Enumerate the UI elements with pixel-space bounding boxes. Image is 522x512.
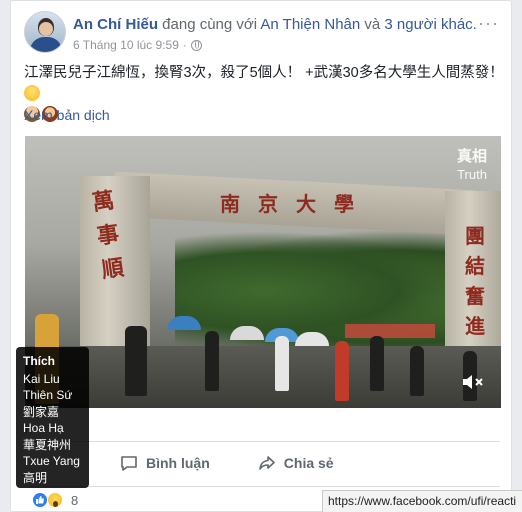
comment-button[interactable]: Bình luận [120,454,210,472]
gate-top-inscription: 南京大學 [220,192,372,216]
and-text: và [364,16,381,33]
author-name[interactable]: An Chí Hiếu [73,16,158,33]
post-timestamp[interactable]: 6 Tháng 10 lúc 9:59 [73,38,179,52]
with-text: đang cùng với [162,16,258,33]
person [275,336,289,391]
truth-watermark: 真相 Truth [456,148,487,182]
share-button[interactable]: Chia sẻ [258,454,334,472]
wow-reaction-icon [47,492,63,508]
tooltip-name: Txue Yang [23,454,80,468]
tooltip-name: Kai Liu [23,371,60,386]
share-icon [258,455,275,470]
author-avatar[interactable] [24,11,66,53]
tooltip-name: 劉家嘉 [23,404,60,419]
post-meta: 6 Tháng 10 lúc 9:59 · [73,38,202,52]
reactions-tooltip: Thích Kai Liu Thiên Sứ 劉家嘉 Hoa Hạ 華夏神州 T… [16,347,89,488]
person [410,346,424,396]
person [335,341,349,401]
person [125,326,147,396]
tooltip-name: 高明 [23,470,48,485]
meta-separator: · [182,38,187,52]
tooltip-name: 華夏神州 [23,437,72,452]
red-banner [345,324,435,338]
status-bar-url: https://www.facebook.com/ufi/reacti [322,490,522,512]
see-translation-link[interactable]: Xem bản dịch [24,107,110,123]
post-text-line: 江澤民兒子江綿恆，換腎3次，殺了5個人！ +武漢30多名大學生人間蒸發！ [24,65,504,81]
sad-face-emoji [24,85,40,101]
gate-right-inscription: 團結奮進 [465,224,485,338]
tooltip-title: Thích [23,354,55,368]
like-reaction-icon [32,492,48,508]
person [370,336,384,391]
person [205,331,219,391]
post-header: An Chí Hiếu đang cùng với An Thiện Nhân … [73,16,477,33]
video-player[interactable]: 南京大學 萬事順 團結奮進 真相 Truth [25,136,501,408]
tagged-others[interactable]: 3 người khác. [384,16,476,33]
reaction-count[interactable]: 8 [71,493,78,508]
action-bar: Bình luận Chia sẻ [24,441,500,483]
share-label: Chia sẻ [283,454,334,471]
tooltip-name: Hoa Hạ [23,421,64,435]
globe-icon [190,39,202,51]
mute-icon[interactable] [461,372,485,392]
comment-label: Bình luận [146,454,210,471]
more-options-icon[interactable]: ··· [478,13,499,34]
tagged-person[interactable]: An Thiện Nhân [260,16,360,33]
comment-icon [121,455,137,471]
tooltip-name: Thiên Sứ [23,388,73,402]
